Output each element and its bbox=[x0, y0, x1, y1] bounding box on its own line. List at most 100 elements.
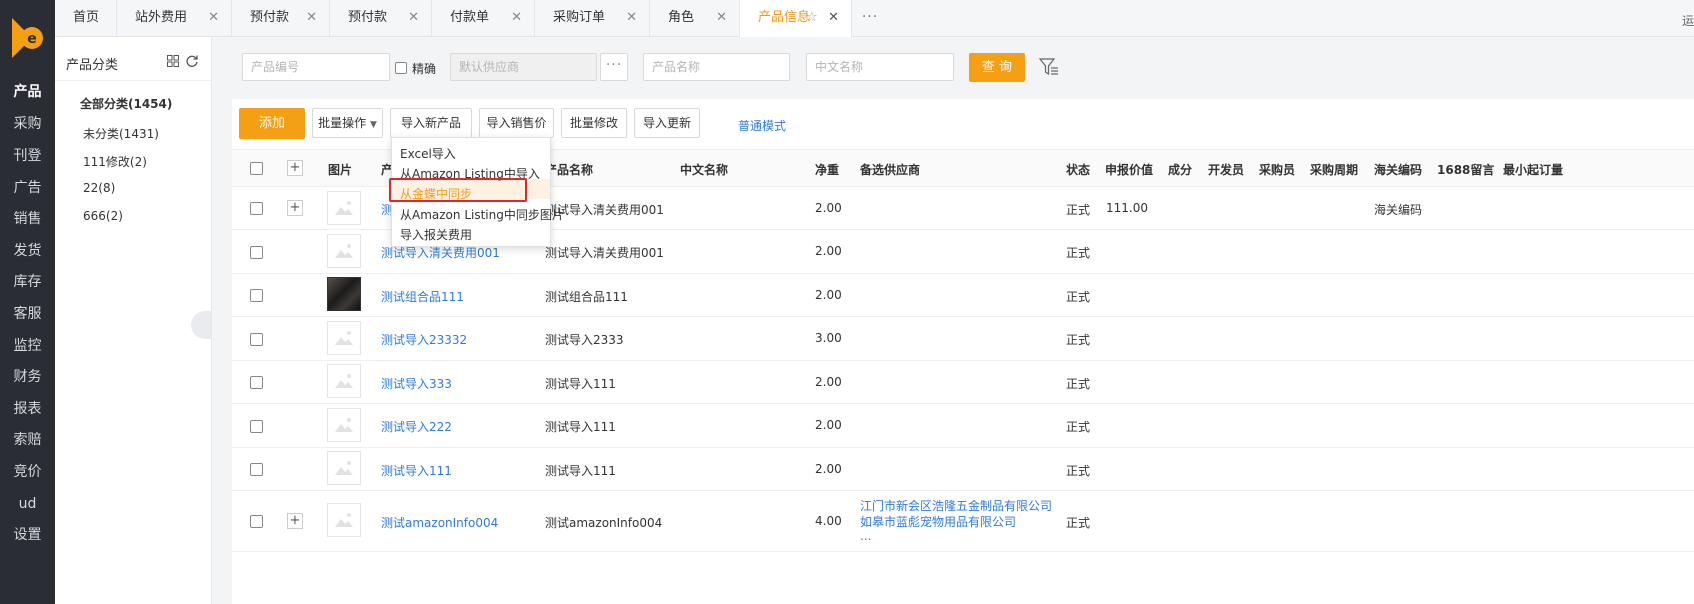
tab-purchase-order[interactable]: 采购订单 ✕ bbox=[535, 0, 650, 37]
nav-item-finance[interactable]: 财务 bbox=[0, 363, 55, 391]
product-name: 测试导入111 bbox=[545, 420, 616, 434]
col-status: 状态 bbox=[1066, 163, 1091, 177]
row-checkbox[interactable] bbox=[250, 246, 263, 259]
grid-icon[interactable] bbox=[167, 55, 179, 67]
col-declared-value: 申报价值 bbox=[1105, 163, 1154, 177]
more-tabs-icon[interactable]: ··· bbox=[852, 0, 888, 37]
product-status: 正式 bbox=[1066, 420, 1091, 434]
product-weight: 2.00 bbox=[815, 462, 842, 476]
product-status: 正式 bbox=[1066, 516, 1091, 530]
batch-operation-button[interactable]: 批量操作 ▼ bbox=[312, 108, 383, 138]
tab-prepayment-1[interactable]: 预付款 ✕ bbox=[232, 0, 330, 37]
product-name-input[interactable] bbox=[643, 53, 790, 81]
row-checkbox[interactable] bbox=[250, 333, 263, 346]
nav-item-ud[interactable]: ud bbox=[0, 490, 55, 518]
product-sku-link[interactable]: 测试amazonInfo004 bbox=[381, 514, 498, 531]
select-all-checkbox[interactable] bbox=[250, 162, 263, 175]
product-thumbnail bbox=[327, 408, 361, 442]
nav-item-sales[interactable]: 销售 bbox=[0, 205, 55, 233]
close-icon[interactable]: ✕ bbox=[511, 0, 522, 36]
import-new-product-button[interactable]: 导入新产品 bbox=[390, 108, 472, 138]
supplier-link[interactable]: 如皋市蓝彪宠物用品有限公司 bbox=[860, 513, 1016, 530]
refresh-icon[interactable] bbox=[185, 54, 199, 68]
tab-role[interactable]: 角色 ✕ bbox=[650, 0, 740, 37]
product-code-input[interactable] bbox=[242, 53, 390, 81]
nav-item-product[interactable]: 产品 bbox=[0, 78, 55, 106]
tab-prepayment-2[interactable]: 预付款 ✕ bbox=[330, 0, 432, 37]
nav-item-settings[interactable]: 设置 bbox=[0, 521, 55, 549]
row-divider bbox=[232, 360, 1694, 361]
nav-item-claim[interactable]: 索赔 bbox=[0, 426, 55, 454]
category-item-all[interactable]: 全部分类(1454) bbox=[80, 95, 172, 112]
tab-product-info[interactable]: 产品信息 ☆ ✕ bbox=[740, 0, 852, 37]
nav-item-monitor[interactable]: 监控 bbox=[0, 332, 55, 360]
row-divider bbox=[232, 316, 1694, 317]
supplier-more-button[interactable]: ··· bbox=[600, 53, 628, 81]
row-checkbox[interactable] bbox=[250, 463, 263, 476]
row-checkbox[interactable] bbox=[250, 420, 263, 433]
nav-item-ads[interactable]: 广告 bbox=[0, 174, 55, 202]
supplier-more-link[interactable]: ... bbox=[860, 529, 871, 543]
nav-item-shipping[interactable]: 发货 bbox=[0, 237, 55, 265]
row-checkbox[interactable] bbox=[250, 376, 263, 389]
product-sku-link[interactable]: 测试组合品111 bbox=[381, 288, 464, 305]
col-1688-note: 1688留言 bbox=[1437, 163, 1495, 177]
close-icon[interactable]: ✕ bbox=[208, 0, 219, 36]
import-update-button[interactable]: 导入更新 bbox=[634, 108, 700, 138]
nav-item-purchase[interactable]: 采购 bbox=[0, 110, 55, 138]
filter-icon[interactable] bbox=[1038, 56, 1060, 78]
caret-down-icon: ▼ bbox=[369, 120, 377, 130]
menu-item-amazon-image-sync[interactable]: 从Amazon Listing中同步图片 bbox=[400, 206, 564, 223]
expand-row-icon[interactable]: + bbox=[287, 513, 303, 529]
normal-mode-link[interactable]: 普通模式 bbox=[738, 117, 786, 134]
query-button[interactable]: 查 询 bbox=[969, 53, 1025, 82]
menu-item-excel-import[interactable]: Excel导入 bbox=[400, 145, 456, 162]
close-icon[interactable]: ✕ bbox=[828, 0, 839, 36]
category-item[interactable]: 未分类(1431) bbox=[83, 125, 159, 142]
row-checkbox[interactable] bbox=[250, 289, 263, 302]
nav-item-bidding[interactable]: 竞价 bbox=[0, 458, 55, 486]
row-divider bbox=[232, 551, 1694, 552]
expand-all-icon[interactable]: + bbox=[287, 160, 303, 176]
category-item[interactable]: 22(8) bbox=[83, 181, 115, 195]
tab-bar: 首页 站外费用 ✕ 预付款 ✕ 预付款 ✕ 付款单 ✕ 采购订单 ✕ 角色 ✕ … bbox=[55, 0, 1694, 37]
product-sku-link[interactable]: 测试导入333 bbox=[381, 375, 452, 392]
row-checkbox[interactable] bbox=[250, 202, 263, 215]
add-button[interactable]: 添加 bbox=[239, 108, 305, 139]
image-placeholder-icon bbox=[335, 418, 353, 432]
expand-row-icon[interactable]: + bbox=[287, 200, 303, 216]
row-divider bbox=[232, 447, 1694, 448]
close-icon[interactable]: ✕ bbox=[306, 0, 317, 36]
batch-modify-button[interactable]: 批量修改 bbox=[561, 108, 627, 138]
product-sku-link[interactable]: 测试导入23332 bbox=[381, 331, 467, 348]
tab-offsite-fee[interactable]: 站外费用 ✕ bbox=[117, 0, 232, 37]
nav-item-listing[interactable]: 刊登 bbox=[0, 142, 55, 170]
category-item[interactable]: 111修改(2) bbox=[83, 153, 147, 170]
exact-checkbox[interactable] bbox=[395, 62, 407, 74]
product-thumbnail bbox=[327, 451, 361, 485]
tab-home[interactable]: 首页 bbox=[55, 0, 117, 37]
supplier-input[interactable] bbox=[450, 53, 597, 81]
close-icon[interactable]: ✕ bbox=[626, 0, 637, 36]
tab-label: 预付款 bbox=[250, 10, 290, 25]
image-placeholder-icon bbox=[335, 513, 353, 527]
tab-payment[interactable]: 付款单 ✕ bbox=[432, 0, 535, 37]
col-supplier: 备选供应商 bbox=[860, 163, 921, 177]
nav-item-service[interactable]: 客服 bbox=[0, 300, 55, 328]
product-sku-link[interactable]: 测试导入111 bbox=[381, 462, 452, 479]
close-icon[interactable]: ✕ bbox=[716, 0, 727, 36]
nav-item-report[interactable]: 报表 bbox=[0, 395, 55, 423]
star-icon[interactable]: ☆ bbox=[806, 0, 818, 36]
close-icon[interactable]: ✕ bbox=[408, 0, 419, 36]
import-price-button[interactable]: 导入销售价 bbox=[479, 108, 554, 138]
panel-collapse-handle[interactable] bbox=[191, 311, 211, 339]
supplier-link[interactable]: 江门市新会区浩隆五金制品有限公司 bbox=[860, 497, 1052, 514]
menu-item-import-customs-fee[interactable]: 导入报关费用 bbox=[400, 226, 472, 243]
chinese-name-input[interactable] bbox=[806, 53, 954, 81]
category-item[interactable]: 666(2) bbox=[83, 209, 123, 223]
product-sku-link[interactable]: 测试导入222 bbox=[381, 418, 452, 435]
product-status: 正式 bbox=[1066, 333, 1091, 347]
col-purchase-cycle: 采购周期 bbox=[1310, 163, 1359, 177]
row-checkbox[interactable] bbox=[250, 515, 263, 528]
nav-item-inventory[interactable]: 库存 bbox=[0, 268, 55, 296]
